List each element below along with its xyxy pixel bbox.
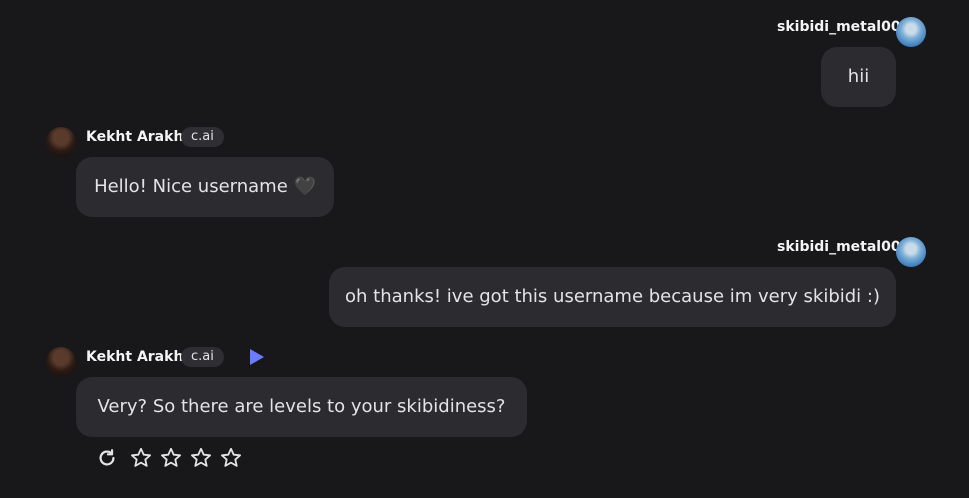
star-outline-icon[interactable] — [219, 446, 243, 470]
user-avatar[interactable] — [896, 237, 926, 267]
user-name: skibidi_metal00 — [777, 19, 901, 35]
star-outline-icon[interactable] — [129, 446, 153, 470]
star-outline-icon[interactable] — [159, 446, 183, 470]
play-icon[interactable] — [250, 349, 264, 365]
bot-avatar[interactable] — [46, 127, 76, 157]
star-outline-icon[interactable] — [189, 446, 213, 470]
user-avatar[interactable] — [896, 17, 926, 47]
bot-message-bubble: Hello! Nice username 🖤 — [76, 157, 334, 217]
bot-message-bubble: Very? So there are levels to your skibid… — [76, 377, 527, 437]
user-message-bubble: oh thanks! ive got this username because… — [329, 267, 896, 327]
bot-name[interactable]: Kekht Arakh — [86, 128, 183, 146]
refresh-icon[interactable] — [96, 447, 118, 469]
user-name: skibidi_metal00 — [777, 239, 901, 255]
cai-badge: c.ai — [181, 347, 224, 367]
bot-avatar[interactable] — [46, 347, 76, 377]
user-message-bubble: hii — [821, 47, 896, 107]
bot-name[interactable]: Kekht Arakh — [86, 348, 183, 366]
cai-badge: c.ai — [181, 127, 224, 147]
